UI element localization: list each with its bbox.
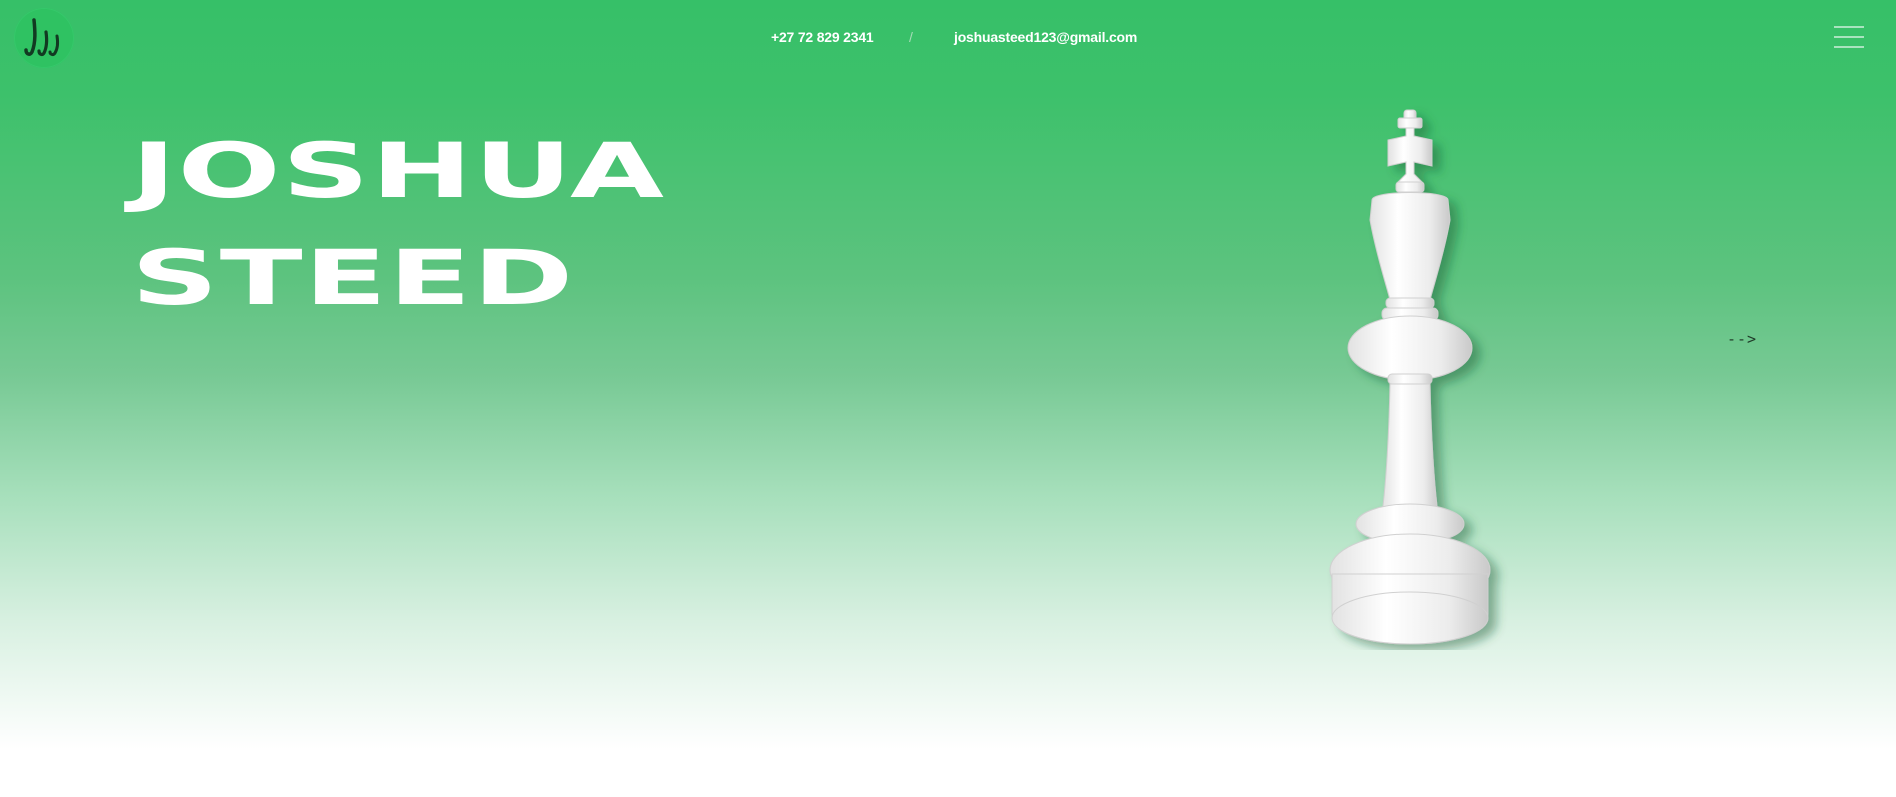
chess-king-icon: [1310, 104, 1510, 650]
hero-section: +27 72 829 2341 / joshuasteed123@gmail.c…: [0, 0, 1896, 797]
hero-title-first-name: JOSHUA: [131, 127, 666, 216]
next-arrow-link[interactable]: -->: [1727, 330, 1757, 348]
phone-link[interactable]: +27 72 829 2341: [771, 29, 874, 45]
hero-title-last-name: STEED: [131, 234, 575, 323]
hamburger-menu-icon[interactable]: [1834, 24, 1864, 50]
contact-separator: /: [909, 29, 913, 45]
email-link[interactable]: joshuasteed123@gmail.com: [954, 29, 1137, 45]
signature-logo-icon[interactable]: [14, 8, 74, 68]
